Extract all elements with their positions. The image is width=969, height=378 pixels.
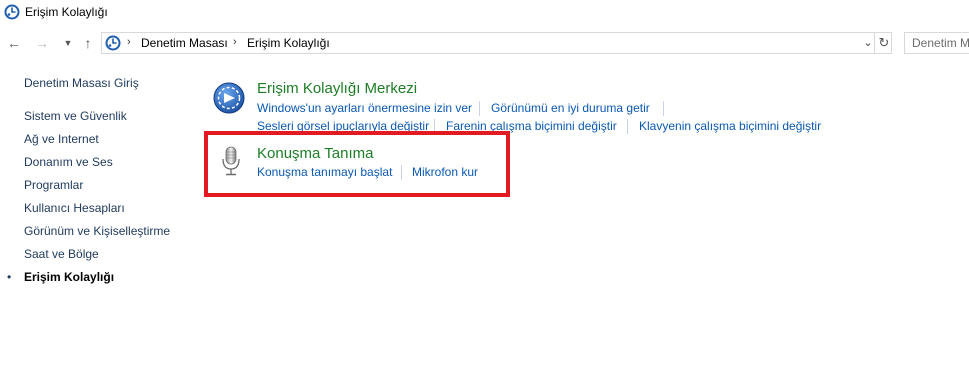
breadcrumb-control-panel[interactable]: Denetim Masası [141,36,228,50]
breadcrumb-chevron-icon[interactable]: › [233,36,237,48]
change-keyboard-settings-link[interactable]: Klavyenin çalışma biçimini değiştir [639,119,821,133]
address-bar[interactable]: › Denetim Masası › Erişim Kolaylığı ⌄ [101,32,892,54]
highlight-annotation-box [204,131,510,197]
title-bar: Erişim Kolaylığı [0,0,969,26]
ease-of-access-center-title[interactable]: Erişim Kolaylığı Merkezi [257,80,417,97]
sidebar-home-link[interactable]: Denetim Masası Giriş [24,76,139,90]
navigation-bar: ← → ▼ ↑ › Denetim Masası › Erişim Kolayl… [0,27,969,59]
sidebar-item-ease-of-access[interactable]: Erişim Kolaylığı [24,270,114,284]
sidebar-item-clock-region[interactable]: Saat ve Bölge [24,247,99,261]
up-arrow-icon[interactable]: ↑ [80,35,96,51]
link-separator [663,101,664,116]
control-panel-icon [4,4,20,20]
optimize-visual-display-link[interactable]: Görünümü en iyi duruma getir [491,101,650,115]
control-panel-icon [105,35,121,51]
breadcrumb-chevron-icon[interactable]: › [127,36,131,48]
sidebar-item-appearance[interactable]: Görünüm ve Kişiselleştirme [24,224,170,238]
active-bullet: • [7,270,12,284]
sidebar-item-network-internet[interactable]: Ağ ve Internet [24,132,99,146]
window-title: Erişim Kolaylığı [25,5,108,19]
refresh-icon[interactable]: ↻ [874,32,893,54]
recent-locations-chevron-icon[interactable]: ▼ [60,35,76,51]
search-box[interactable] [904,32,969,54]
sidebar-item-system-security[interactable]: Sistem ve Güvenlik [24,109,127,123]
let-windows-suggest-settings-link[interactable]: Windows'un ayarları önermesine izin ver [257,101,472,115]
back-arrow-icon[interactable]: ← [6,35,22,51]
sidebar-item-hardware-sound[interactable]: Donanım ve Ses [24,155,113,169]
forward-arrow-icon[interactable]: → [34,35,50,51]
sidebar-item-user-accounts[interactable]: Kullanıcı Hesapları [24,201,125,215]
sidebar-item-programs[interactable]: Programlar [24,178,83,192]
search-input[interactable] [910,35,969,51]
link-separator [479,101,480,116]
breadcrumb-ease-of-access[interactable]: Erişim Kolaylığı [247,36,330,50]
ease-of-access-icon[interactable] [213,82,245,114]
link-separator [627,119,628,134]
address-dropdown-icon[interactable]: ⌄ [861,35,875,51]
